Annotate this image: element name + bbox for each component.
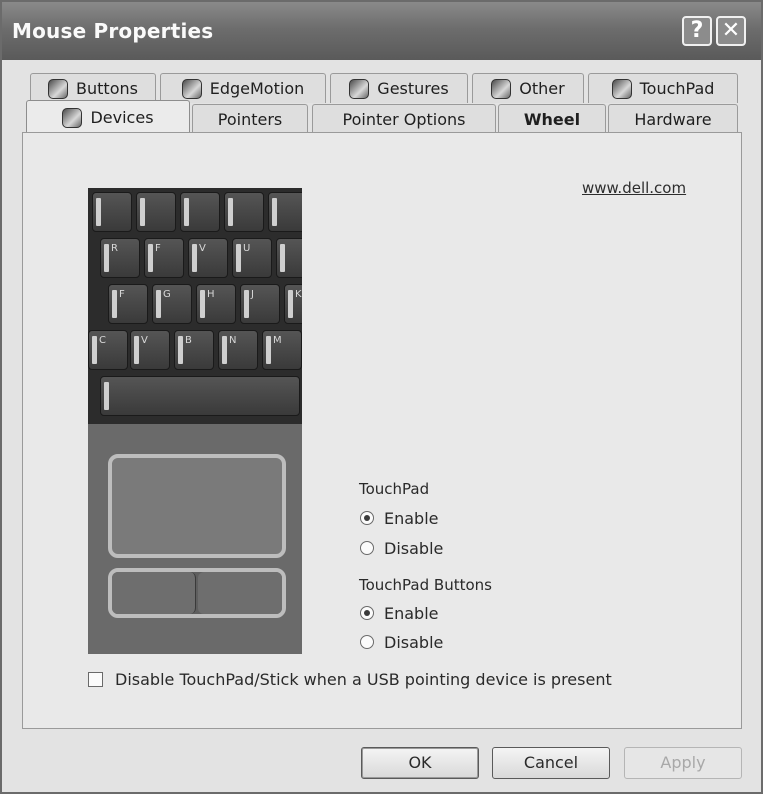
tab-label: Other (519, 78, 565, 98)
keyboard-key: M (262, 330, 302, 370)
keyboard-key: J (240, 284, 280, 324)
window-title: Mouse Properties (12, 19, 214, 43)
ok-button[interactable]: OK (361, 747, 479, 779)
tab-hardware[interactable]: Hardware (608, 104, 738, 134)
touchpad-surface (108, 454, 286, 558)
tab-devices[interactable]: Devices (26, 100, 190, 134)
radio-label: Disable (384, 538, 444, 558)
keyboard-key: U (232, 238, 272, 278)
key-label: M (273, 335, 282, 346)
keyboard-key (92, 192, 132, 232)
tab-label: Hardware (634, 109, 712, 129)
buttons-disable-radio[interactable]: Disable (360, 631, 443, 653)
tab-pointer-options[interactable]: Pointer Options (312, 104, 496, 134)
tab-wheel[interactable]: Wheel (498, 104, 606, 134)
key-label: V (141, 335, 148, 346)
radio-button[interactable] (360, 606, 374, 620)
key-label: K (295, 289, 302, 300)
key-label: N (229, 335, 237, 346)
touchpad-left-button (112, 572, 196, 614)
keyboard-key (180, 192, 220, 232)
keyboard-key: N (218, 330, 258, 370)
keyboard-key: G (152, 284, 192, 324)
mouse-icon (48, 78, 69, 99)
touchpad-disable-radio[interactable]: Disable (360, 537, 443, 559)
key-label: U (243, 243, 251, 254)
palm-rest (88, 424, 302, 654)
apply-button[interactable]: Apply (624, 747, 742, 779)
tab-edgemotion[interactable]: EdgeMotion (160, 73, 326, 103)
mouse-properties-dialog: Mouse Properties ? ✕ Buttons EdgeMotion … (0, 0, 763, 794)
usb-disable-checkbox-row[interactable]: Disable TouchPad/Stick when a USB pointi… (88, 668, 612, 690)
keyboard-key: F (108, 284, 148, 324)
mouse-icon (611, 78, 632, 99)
cancel-button[interactable]: Cancel (492, 747, 610, 779)
usb-disable-checkbox[interactable] (88, 671, 103, 687)
key-label: C (99, 335, 106, 346)
tab-label: Wheel (523, 109, 581, 129)
tab-label: Buttons (76, 78, 138, 98)
touchpad-buttons-group-label: TouchPad Buttons (359, 576, 492, 594)
keyboard-image: R F V U F G H J K C V B N M (88, 188, 302, 424)
mouse-icon (349, 78, 370, 99)
tab-other[interactable]: Other (472, 73, 584, 103)
mouse-icon (62, 107, 83, 128)
keyboard-spacebar (100, 376, 300, 416)
key-label: F (155, 243, 161, 254)
keyboard-key: K (284, 284, 302, 324)
tab-pointers[interactable]: Pointers (192, 104, 308, 134)
radio-button[interactable] (360, 511, 374, 525)
key-label: V (199, 243, 206, 254)
keyboard-key (224, 192, 264, 232)
mouse-icon (181, 78, 202, 99)
keyboard-key: V (130, 330, 170, 370)
touchpad-right-button (198, 572, 282, 614)
dell-link[interactable]: www.dell.com (582, 179, 686, 197)
radio-label: Disable (384, 632, 444, 652)
tab-label: Devices (90, 107, 154, 127)
keyboard-key: H (196, 284, 236, 324)
touchpad-group-label: TouchPad (359, 480, 430, 498)
touchpad-enable-radio[interactable]: Enable (360, 507, 439, 529)
keyboard-key: R (100, 238, 140, 278)
radio-label: Enable (384, 508, 439, 528)
keyboard-key: V (188, 238, 228, 278)
touchpad-buttons-image (108, 568, 286, 618)
tab-label: Gestures (377, 78, 449, 98)
keyboard-key: C (88, 330, 128, 370)
radio-button[interactable] (360, 541, 374, 555)
keyboard-key: B (174, 330, 214, 370)
mouse-icon (491, 78, 512, 99)
key-label: B (185, 335, 192, 346)
tab-label: TouchPad (639, 78, 715, 98)
tab-touchpad[interactable]: TouchPad (588, 73, 738, 103)
keyboard-key (276, 238, 302, 278)
title-bar[interactable]: Mouse Properties ? ✕ (2, 2, 761, 60)
key-label: G (163, 289, 171, 300)
tab-label: Pointers (217, 109, 283, 129)
keyboard-key (268, 192, 302, 232)
tab-label: EdgeMotion (209, 78, 305, 98)
keyboard-key: F (144, 238, 184, 278)
key-label: H (207, 289, 215, 300)
key-label: F (119, 289, 125, 300)
tab-gestures[interactable]: Gestures (330, 73, 468, 103)
laptop-image: R F V U F G H J K C V B N M (88, 188, 302, 654)
key-label: R (111, 243, 118, 254)
radio-label: Enable (384, 603, 439, 623)
checkbox-label: Disable TouchPad/Stick when a USB pointi… (115, 669, 612, 689)
key-label: J (251, 289, 254, 300)
tab-label: Pointer Options (342, 109, 466, 129)
radio-button[interactable] (360, 635, 374, 649)
keyboard-key (136, 192, 176, 232)
buttons-enable-radio[interactable]: Enable (360, 602, 439, 624)
tab-buttons[interactable]: Buttons (30, 73, 156, 103)
help-button[interactable]: ? (682, 16, 712, 46)
close-button[interactable]: ✕ (716, 16, 746, 46)
